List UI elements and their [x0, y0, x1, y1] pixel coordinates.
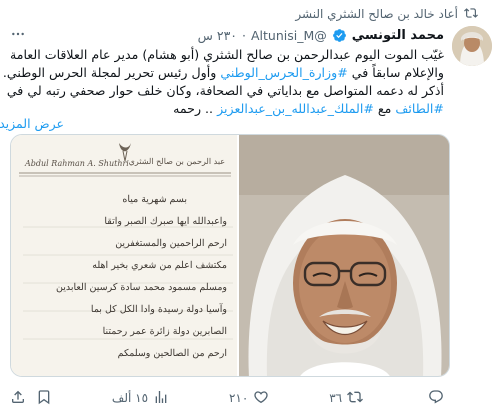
tweet-text-segment: مع [373, 101, 396, 116]
verified-badge-icon [332, 28, 347, 43]
handwriting-line: مكتشف اعلم من شعري بخير اهله [92, 260, 227, 271]
retweet-count: ٣٦ [329, 391, 343, 405]
tweet-text-line-4: #الطائف مع #الملك_عبدالله_بن_عبدالعزيز .… [10, 100, 444, 118]
tweet-actions: ٣٦ ٢١٠ ١٥ ألف [10, 388, 444, 408]
media-grid[interactable]: Abdul Rahman A. Shuthri عبد الرحمن بن صا… [10, 134, 450, 377]
like-count: ٢١٠ [228, 391, 249, 405]
tweet-text-segment: وأول رئيس تحرير لمجلة الحرس الوطني. [2, 65, 221, 80]
retweet-button[interactable]: ٣٦ [329, 389, 364, 408]
handwriting-line: واعبدالله ايها صبرك الصبر واتقا [104, 216, 227, 227]
like-button[interactable]: ٢١٠ [229, 389, 269, 408]
timestamp[interactable]: ٢٣٠ س [198, 28, 237, 43]
tweet-header: محمد التونسي @Altunisi_M · ٢٣٠ س [10, 26, 444, 44]
views-button[interactable]: ١٥ ألف [112, 389, 169, 408]
reply-button[interactable] [423, 389, 444, 408]
tweet-text-line-2: والإعلام سابقاً في #وزارة_الحرس_الوطني و… [3, 64, 444, 82]
handwriting-line: الصابرين دولة زائرة عمر رحمتنا [102, 326, 227, 337]
handle[interactable]: @Altunisi_M [251, 28, 327, 43]
show-more-link[interactable]: عرض المزيد [0, 116, 64, 131]
bookmark-icon[interactable] [36, 389, 52, 408]
separator-dot: · [242, 27, 246, 43]
handwriting-line: ارحم من الصالحين وسلمكم [117, 348, 227, 359]
like-icon [253, 389, 269, 408]
handwriting-line: ومسلم مسمود محمد سادة كرسين العابدين [55, 282, 227, 293]
share-icon[interactable] [10, 389, 26, 408]
reply-icon [428, 389, 444, 408]
tweet-text-line-1: غيّب الموت اليوم عبدالرحمن بن صالح الشثر… [9, 47, 444, 62]
handwriting-line: وآسيا دولة رسيدة وادا الكل كل بما [90, 304, 227, 315]
handwriting-block: بسم شهرية مياه واعبدالله ايها صبرك الصبر… [19, 189, 227, 365]
retweet-icon [464, 6, 478, 23]
views-count: ١٥ ألف [111, 391, 149, 405]
portrait-photo[interactable] [239, 135, 449, 376]
retweet-icon [347, 389, 364, 408]
hashtag-link[interactable]: #الطائف [395, 101, 444, 116]
avatar[interactable] [452, 26, 492, 66]
letterhead-latin: Abdul Rahman A. Shuthri [25, 159, 129, 168]
letterhead-arabic: عبد الرحمن بن صالح الشثري [128, 157, 225, 166]
share-group [10, 389, 52, 408]
handwritten-letter-image[interactable]: Abdul Rahman A. Shuthri عبد الرحمن بن صا… [11, 135, 239, 376]
more-icon[interactable] [10, 26, 26, 46]
handwriting-line: بسم شهرية مياه [122, 194, 187, 205]
display-name[interactable]: محمد التونسي [352, 28, 444, 43]
hashtag-link[interactable]: #الملك_عبدالله_بن_عبدالعزيز [217, 101, 374, 116]
handwriting-line: ارحم الراحمين والمستغفرين [115, 238, 227, 249]
tweet-text-line-3: أذكر له دعمه المتواصل مع بداياتي في الصح… [6, 83, 444, 98]
retweet-context-text: أعاد خالد بن صالح الشثري النشر [295, 7, 458, 21]
tweet-text-segment: .. رحمه [173, 101, 218, 116]
hashtag-link[interactable]: #وزارة_الحرس_الوطني [220, 65, 347, 80]
tweet-text: غيّب الموت اليوم عبدالرحمن بن صالح الشثر… [3, 46, 444, 118]
tweet-text-segment: والإعلام سابقاً في [347, 65, 444, 80]
views-icon [153, 389, 169, 408]
retweet-context[interactable]: أعاد خالد بن صالح الشثري النشر [295, 5, 478, 23]
